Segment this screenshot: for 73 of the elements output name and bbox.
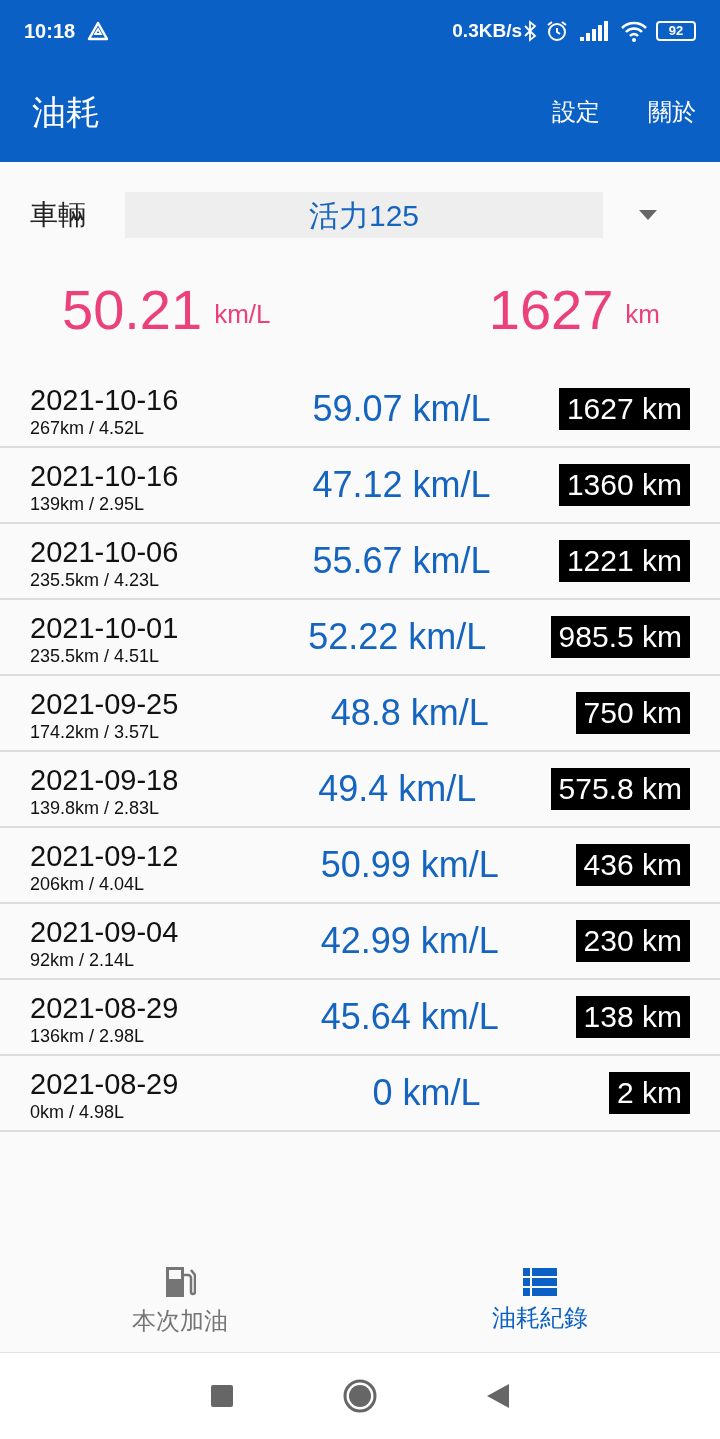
record-efficiency: 50.99 km/L (319, 843, 500, 887)
app-title: 油耗 (32, 91, 101, 133)
back-icon[interactable] (487, 1384, 509, 1408)
record-detail: 267km / 4.52L (30, 417, 146, 439)
record-detail: 235.5km / 4.23L (30, 569, 161, 591)
record-efficiency: 49.4 km/L (317, 767, 478, 811)
record-row[interactable]: 2021-09-04 92km / 2.14L 42.99 km/L 230 km (0, 904, 720, 980)
record-date: 2021-09-25 (30, 687, 180, 721)
record-date: 2021-09-12 (30, 839, 180, 873)
record-date: 2021-10-16 (30, 459, 180, 493)
record-date: 2021-08-29 (30, 1067, 180, 1101)
odometer-badge: 1221 km (558, 540, 690, 582)
record-detail: 206km / 4.04L (30, 873, 146, 895)
bottom-nav-tab[interactable]: 油耗紀錄 (360, 1251, 720, 1352)
app-bar-action[interactable]: 關於 (648, 94, 696, 130)
fuel-pump-icon (164, 1264, 196, 1299)
odometer-badge: 985.5 km (550, 616, 690, 658)
record-row[interactable]: 2021-10-01 235.5km / 4.51L 52.22 km/L 985.5 km (0, 600, 720, 676)
status-time: 10:18 (24, 19, 76, 44)
bottom-nav-tab[interactable]: 本次加油 (0, 1251, 360, 1352)
wifi-icon (620, 20, 648, 42)
record-date: 2021-10-06 (30, 535, 180, 569)
total-distance: 1627 (488, 282, 614, 338)
list-icon (523, 1267, 557, 1296)
record-date: 2021-10-01 (30, 611, 180, 645)
odometer-badge: 1627 km (558, 388, 690, 430)
record-detail: 235.5km / 4.51L (30, 645, 161, 667)
odometer-badge: 2 km (609, 1072, 690, 1114)
record-row[interactable]: 2021-10-06 235.5km / 4.23L 55.67 km/L 1221 km (0, 524, 720, 600)
record-efficiency: 47.12 km/L (311, 463, 492, 507)
record-efficiency: 48.8 km/L (329, 691, 490, 735)
record-efficiency: 59.07 km/L (311, 387, 492, 431)
record-efficiency: 52.22 km/L (307, 615, 488, 659)
record-efficiency: 45.64 km/L (319, 995, 500, 1039)
record-date: 2021-09-04 (30, 915, 180, 949)
record-row[interactable]: 2021-09-18 139.8km / 2.83L 49.4 km/L 575.8 km (0, 752, 720, 828)
network-speed: 0.3KB/s (452, 18, 522, 43)
record-efficiency: 55.67 km/L (311, 539, 492, 583)
bluetooth-icon (522, 20, 538, 42)
record-efficiency: 42.99 km/L (319, 919, 500, 963)
record-efficiency: 0 km/L (371, 1071, 482, 1115)
record-row[interactable]: 2021-08-29 136km / 2.98L 45.64 km/L 138 km (0, 980, 720, 1056)
record-date: 2021-08-29 (30, 991, 180, 1025)
vehicle-label: 車輛 (30, 198, 87, 232)
odometer-badge: 750 km (575, 692, 690, 734)
record-row[interactable]: 2021-09-25 174.2km / 3.57L 48.8 km/L 750 km (0, 676, 720, 752)
record-detail: 139.8km / 2.83L (30, 797, 161, 819)
efficiency-unit: km/L (214, 298, 271, 331)
record-detail: 174.2km / 3.57L (30, 721, 161, 743)
signal-icon (580, 21, 608, 41)
distance-unit: km (625, 298, 660, 331)
odometer-badge: 230 km (575, 920, 690, 962)
odometer-badge: 436 km (575, 844, 690, 886)
average-efficiency: 50.21 (62, 282, 203, 338)
odometer-badge: 1360 km (558, 464, 690, 506)
dropdown-caret-icon (639, 210, 657, 220)
alarm-icon (546, 20, 568, 42)
record-detail: 92km / 2.14L (30, 949, 136, 971)
record-row[interactable]: 2021-09-12 206km / 4.04L 50.99 km/L 436 km (0, 828, 720, 904)
record-row[interactable]: 2021-10-16 139km / 2.95L 47.12 km/L 1360 km (0, 448, 720, 524)
record-detail: 136km / 2.98L (30, 1025, 146, 1047)
battery-indicator: 92 (656, 21, 696, 41)
record-row[interactable]: 2021-08-29 0km / 4.98L 0 km/L 2 km (0, 1056, 720, 1132)
odometer-badge: 138 km (575, 996, 690, 1038)
record-date: 2021-10-16 (30, 383, 180, 417)
record-detail: 139km / 2.95L (30, 493, 146, 515)
record-row[interactable]: 2021-10-16 267km / 4.52L 59.07 km/L 1627 km (0, 372, 720, 448)
record-date: 2021-09-18 (30, 763, 180, 797)
home-icon[interactable] (343, 1379, 377, 1413)
odometer-badge: 575.8 km (550, 768, 690, 810)
app-bar-action[interactable]: 設定 (552, 94, 600, 130)
triangle-icon (87, 21, 110, 41)
record-detail: 0km / 4.98L (30, 1101, 126, 1123)
